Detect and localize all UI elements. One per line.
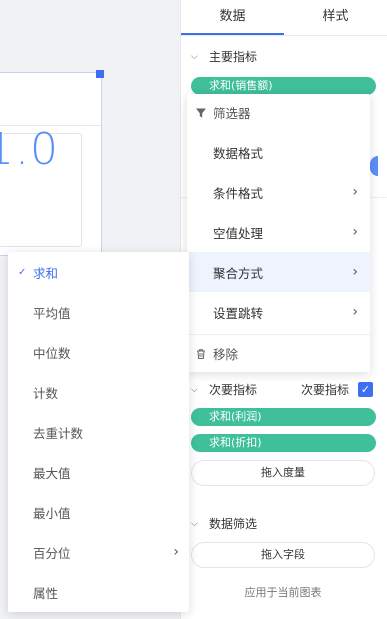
aggregation-option-sum[interactable]: ✓ 求和 — [8, 252, 189, 292]
secondary-metric-pill-profit[interactable]: 求和(利润) — [191, 408, 376, 426]
menu-divider — [187, 334, 370, 335]
filter-label: 筛选器 — [213, 106, 251, 121]
aggregation-option-label: 中位数 — [33, 345, 71, 361]
menu-item-data-format[interactable]: 数据格式 — [187, 132, 370, 172]
secondary-metric-title: 次要指标 — [209, 383, 258, 397]
aggregation-option-max[interactable]: 最大值 — [8, 452, 189, 492]
chevron-down-icon: ⌵ — [191, 518, 198, 529]
trash-icon — [197, 348, 205, 359]
menu-item-label: 聚合方式 — [213, 265, 264, 281]
data-filter-title: 数据筛选 — [209, 517, 258, 531]
chevron-right-icon: › — [352, 304, 358, 320]
check-icon: ✓ — [18, 266, 27, 278]
kpi-value: 1.0 — [0, 124, 59, 175]
aggregation-option-percentile[interactable]: 百分位 › — [8, 532, 189, 572]
secondary-metric-checkbox[interactable]: ✓ — [358, 382, 373, 397]
aggregation-option-average[interactable]: 平均值 — [8, 292, 189, 332]
aggregation-option-distinct-count[interactable]: 去重计数 — [8, 412, 189, 452]
card-resize-handle[interactable] — [96, 70, 104, 78]
primary-metric-header[interactable]: ⌵ 主要指标 — [191, 48, 257, 65]
secondary-metric-header[interactable]: ⌵ 次要指标 — [191, 381, 257, 398]
aggregation-option-label: 最小值 — [33, 505, 71, 521]
field-context-menu: 筛选器 数据格式 条件格式 › 空值处理 › 聚合方式 › 设置跳转 › 移除 — [187, 94, 370, 372]
aggregation-option-attribute[interactable]: 属性 — [8, 572, 189, 612]
secondary-metric-toggle-label: 次要指标 — [301, 383, 350, 397]
aggregation-option-label: 最大值 — [33, 465, 71, 481]
secondary-metric-pill-discount[interactable]: 求和(折扣) — [191, 434, 376, 452]
remove-label: 移除 — [213, 347, 239, 362]
menu-item-aggregation[interactable]: 聚合方式 › — [187, 252, 370, 292]
aggregation-option-label: 属性 — [33, 585, 59, 601]
aggregation-option-label: 百分位 — [33, 545, 71, 561]
data-filter-hint: 应用于当前图表 — [244, 586, 322, 599]
primary-metric-title: 主要指标 — [209, 50, 258, 64]
tab-style[interactable]: 样式 — [284, 0, 387, 35]
drop-field-zone[interactable]: 拖入字段 — [191, 542, 375, 568]
aggregation-option-label: 平均值 — [33, 305, 71, 321]
chevron-right-icon: › — [352, 264, 358, 280]
chevron-right-icon: › — [173, 544, 179, 560]
toggle-edge — [370, 156, 378, 176]
aggregation-option-label: 求和 — [33, 265, 59, 281]
menu-item-conditional-format[interactable]: 条件格式 › — [187, 172, 370, 212]
chevron-right-icon: › — [352, 224, 358, 240]
menu-item-label: 条件格式 — [213, 185, 264, 201]
filter-menu-item[interactable]: 筛选器 — [195, 103, 251, 122]
menu-item-label: 空值处理 — [213, 225, 264, 241]
chevron-right-icon: › — [352, 184, 358, 200]
tab-data[interactable]: 数据 — [181, 0, 284, 35]
chevron-down-icon: ⌵ — [191, 384, 198, 395]
aggregation-option-label: 计数 — [33, 385, 59, 401]
data-filter-header[interactable]: ⌵ 数据筛选 — [191, 515, 257, 532]
menu-item-label: 数据格式 — [213, 145, 264, 161]
aggregation-option-median[interactable]: 中位数 — [8, 332, 189, 372]
menu-item-jump-settings[interactable]: 设置跳转 › — [187, 292, 370, 332]
remove-menu-item[interactable]: 移除 — [195, 344, 238, 363]
primary-metric-pill[interactable]: 求和(销售额) — [191, 77, 376, 95]
drop-measure-zone[interactable]: 拖入度量 — [191, 460, 375, 486]
aggregation-option-count[interactable]: 计数 — [8, 372, 189, 412]
chevron-down-icon: ⌵ — [191, 51, 198, 62]
aggregation-option-label: 去重计数 — [33, 425, 84, 441]
menu-item-label: 设置跳转 — [213, 305, 264, 321]
aggregation-option-min[interactable]: 最小值 — [8, 492, 189, 532]
active-tab-indicator — [181, 33, 284, 35]
filter-icon — [196, 108, 206, 117]
aggregation-submenu: ✓ 求和 平均值 中位数 计数 去重计数 最大值 最小值 百分位 › 属性 — [8, 252, 189, 612]
panel-tabs: 数据 样式 — [181, 0, 387, 36]
menu-item-null-handling[interactable]: 空值处理 › — [187, 212, 370, 252]
